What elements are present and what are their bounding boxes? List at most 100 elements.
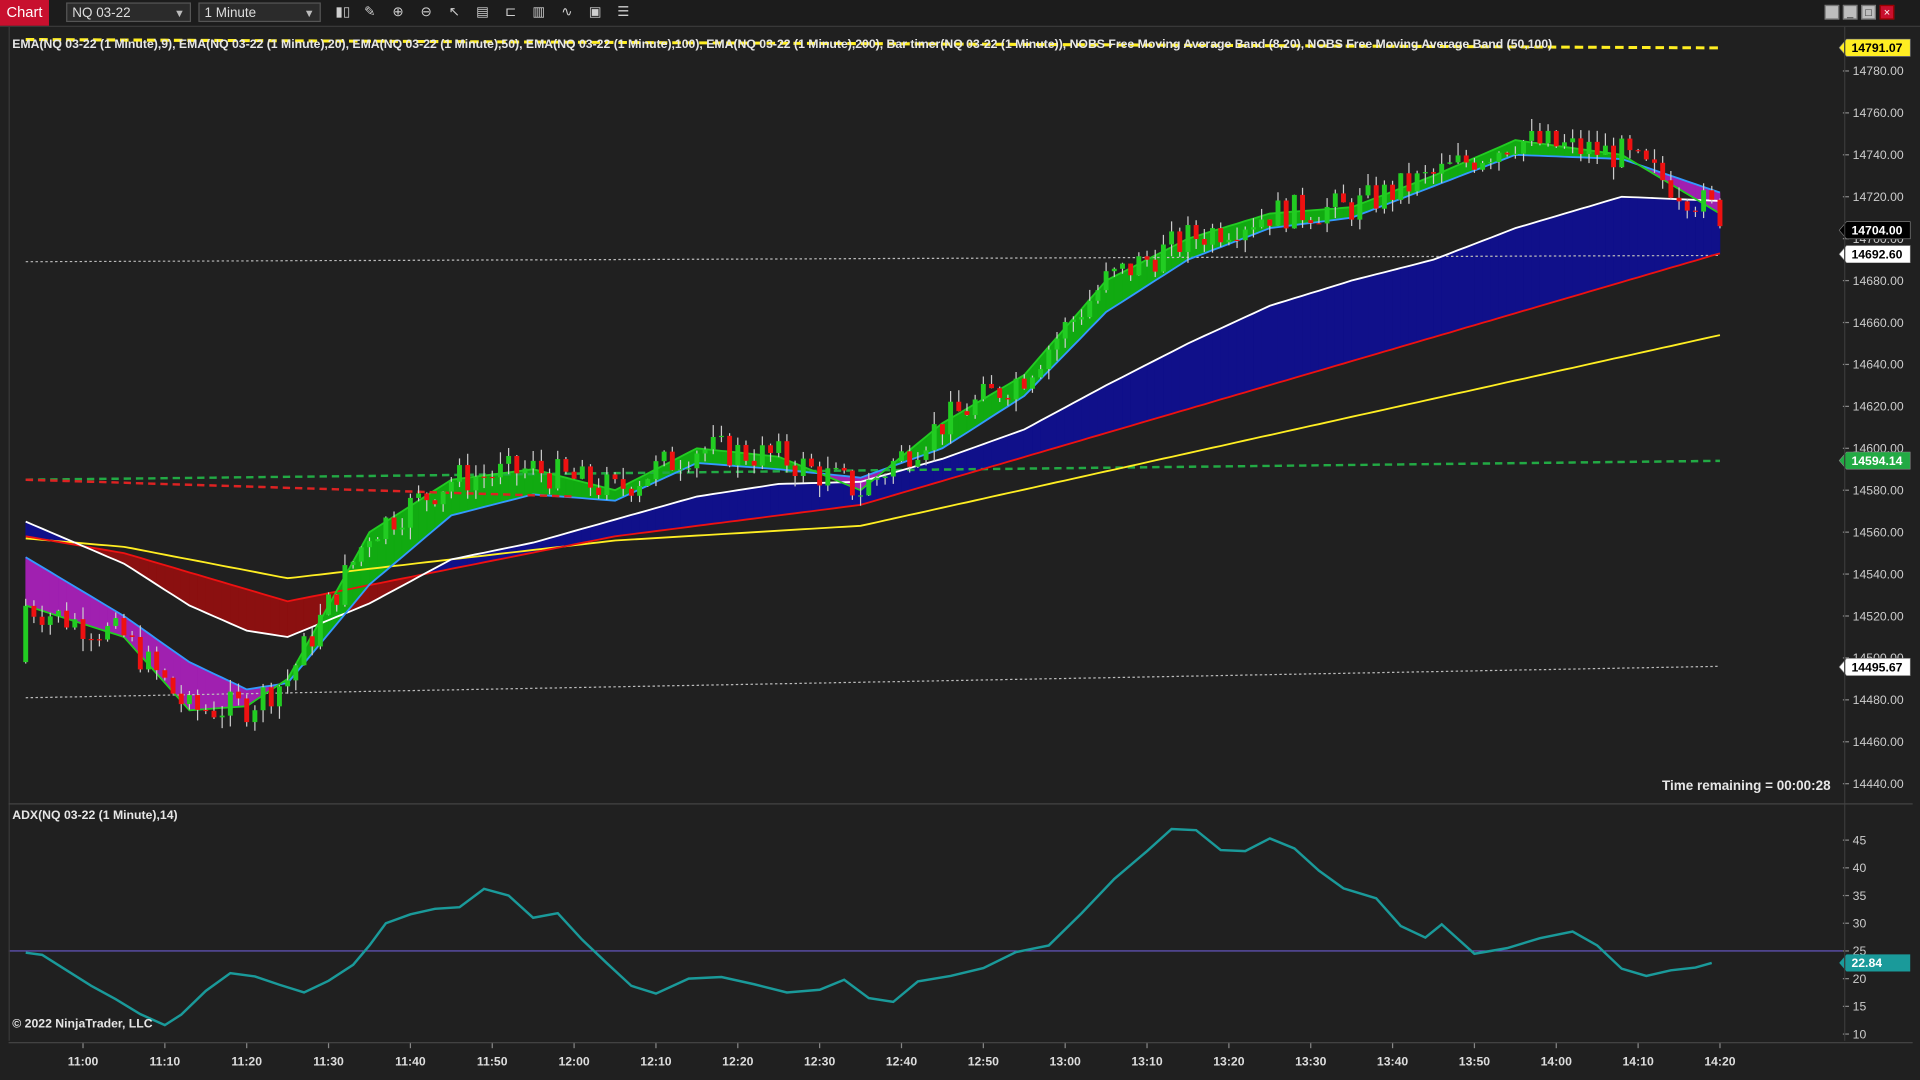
- bear-candle[interactable]: [1300, 194, 1305, 221]
- bear-candle[interactable]: [1316, 223, 1322, 225]
- bull-candle[interactable]: [678, 469, 683, 471]
- bull-candle[interactable]: [1062, 321, 1068, 339]
- bull-candle[interactable]: [776, 441, 782, 453]
- bull-candle[interactable]: [1259, 219, 1265, 228]
- bull-candle[interactable]: [105, 625, 111, 640]
- bull-candle[interactable]: [702, 449, 708, 454]
- bear-candle[interactable]: [391, 517, 397, 530]
- bull-candle[interactable]: [1226, 239, 1232, 243]
- bear-candle[interactable]: [432, 500, 438, 505]
- bull-candle[interactable]: [227, 691, 233, 716]
- bear-candle[interactable]: [588, 466, 593, 488]
- bear-candle[interactable]: [1692, 210, 1698, 212]
- bull-candle[interactable]: [317, 614, 323, 647]
- bull-candle[interactable]: [1521, 140, 1526, 154]
- bull-candle[interactable]: [579, 466, 585, 479]
- bull-candle[interactable]: [1169, 231, 1175, 245]
- bull-candle[interactable]: [1095, 290, 1101, 301]
- bull-candle[interactable]: [276, 686, 282, 707]
- bull-candle[interactable]: [653, 461, 659, 480]
- bull-candle[interactable]: [1136, 256, 1142, 276]
- bear-candle[interactable]: [669, 451, 675, 471]
- bull-candle[interactable]: [1619, 138, 1625, 168]
- bear-candle[interactable]: [1660, 162, 1666, 181]
- bull-candle[interactable]: [1275, 200, 1281, 226]
- bear-candle[interactable]: [309, 636, 315, 647]
- bull-candle[interactable]: [899, 451, 904, 462]
- bear-candle[interactable]: [178, 693, 184, 705]
- bull-candle[interactable]: [47, 616, 53, 625]
- bull-candle[interactable]: [1570, 138, 1576, 143]
- bull-candle[interactable]: [694, 453, 700, 469]
- bear-candle[interactable]: [1431, 172, 1436, 174]
- bull-candle[interactable]: [219, 715, 225, 718]
- bull-candle[interactable]: [882, 476, 888, 479]
- bear-candle[interactable]: [989, 383, 994, 389]
- bull-candle[interactable]: [1398, 173, 1404, 200]
- bull-candle[interactable]: [1701, 190, 1707, 212]
- bull-candle[interactable]: [1381, 184, 1387, 209]
- bull-candle[interactable]: [645, 479, 651, 487]
- bear-candle[interactable]: [768, 445, 773, 453]
- bear-candle[interactable]: [236, 691, 241, 699]
- bull-candle[interactable]: [358, 547, 364, 562]
- bull-candle[interactable]: [326, 594, 332, 615]
- bull-candle[interactable]: [637, 486, 643, 496]
- bear-candle[interactable]: [784, 441, 790, 466]
- bull-candle[interactable]: [1120, 263, 1125, 269]
- bull-candle[interactable]: [923, 450, 929, 460]
- bull-candle[interactable]: [1529, 130, 1535, 141]
- bull-candle[interactable]: [1054, 338, 1060, 350]
- bear-candle[interactable]: [481, 476, 487, 478]
- bull-candle[interactable]: [260, 687, 266, 711]
- bull-candle[interactable]: [710, 436, 716, 450]
- bull-candle[interactable]: [866, 479, 872, 496]
- bull-candle[interactable]: [1422, 172, 1428, 174]
- bull-candle[interactable]: [1013, 378, 1019, 400]
- bear-candle[interactable]: [1144, 256, 1150, 260]
- bear-candle[interactable]: [39, 616, 45, 625]
- bull-candle[interactable]: [440, 491, 446, 505]
- bull-candle[interactable]: [1562, 142, 1567, 147]
- bear-candle[interactable]: [1709, 190, 1715, 200]
- bull-candle[interactable]: [367, 541, 372, 548]
- bear-candle[interactable]: [170, 677, 176, 694]
- bear-candle[interactable]: [1152, 259, 1158, 272]
- bull-candle[interactable]: [980, 383, 986, 400]
- bull-candle[interactable]: [1357, 195, 1363, 220]
- bear-candle[interactable]: [1283, 200, 1289, 229]
- bull-candle[interactable]: [350, 561, 356, 566]
- bear-candle[interactable]: [620, 479, 626, 489]
- bull-candle[interactable]: [23, 605, 29, 663]
- bear-candle[interactable]: [1471, 162, 1477, 170]
- bear-candle[interactable]: [64, 610, 70, 628]
- bear-candle[interactable]: [244, 698, 250, 723]
- bull-candle[interactable]: [1079, 317, 1085, 320]
- bull-candle[interactable]: [1480, 163, 1486, 170]
- bear-candle[interactable]: [195, 695, 201, 710]
- bull-candle[interactable]: [1414, 173, 1420, 192]
- bull-candle[interactable]: [457, 465, 462, 482]
- bull-candle[interactable]: [1291, 194, 1297, 229]
- bear-candle[interactable]: [907, 451, 913, 467]
- bull-candle[interactable]: [661, 451, 667, 462]
- bull-candle[interactable]: [375, 539, 381, 542]
- bear-candle[interactable]: [1021, 378, 1027, 389]
- bull-candle[interactable]: [252, 710, 258, 723]
- bull-candle[interactable]: [718, 435, 724, 438]
- bear-candle[interactable]: [563, 459, 569, 472]
- bear-candle[interactable]: [514, 455, 520, 474]
- bull-candle[interactable]: [858, 495, 864, 497]
- bull-candle[interactable]: [1512, 153, 1518, 155]
- bear-candle[interactable]: [1349, 202, 1355, 220]
- bull-candle[interactable]: [293, 665, 299, 681]
- bull-candle[interactable]: [146, 651, 151, 670]
- bull-candle[interactable]: [1103, 271, 1109, 291]
- bull-candle[interactable]: [825, 468, 831, 486]
- bull-candle[interactable]: [686, 468, 692, 470]
- bear-candle[interactable]: [817, 466, 823, 486]
- bear-candle[interactable]: [465, 465, 471, 491]
- bull-candle[interactable]: [1324, 206, 1330, 224]
- bear-candle[interactable]: [547, 473, 552, 489]
- bull-candle[interactable]: [800, 458, 806, 477]
